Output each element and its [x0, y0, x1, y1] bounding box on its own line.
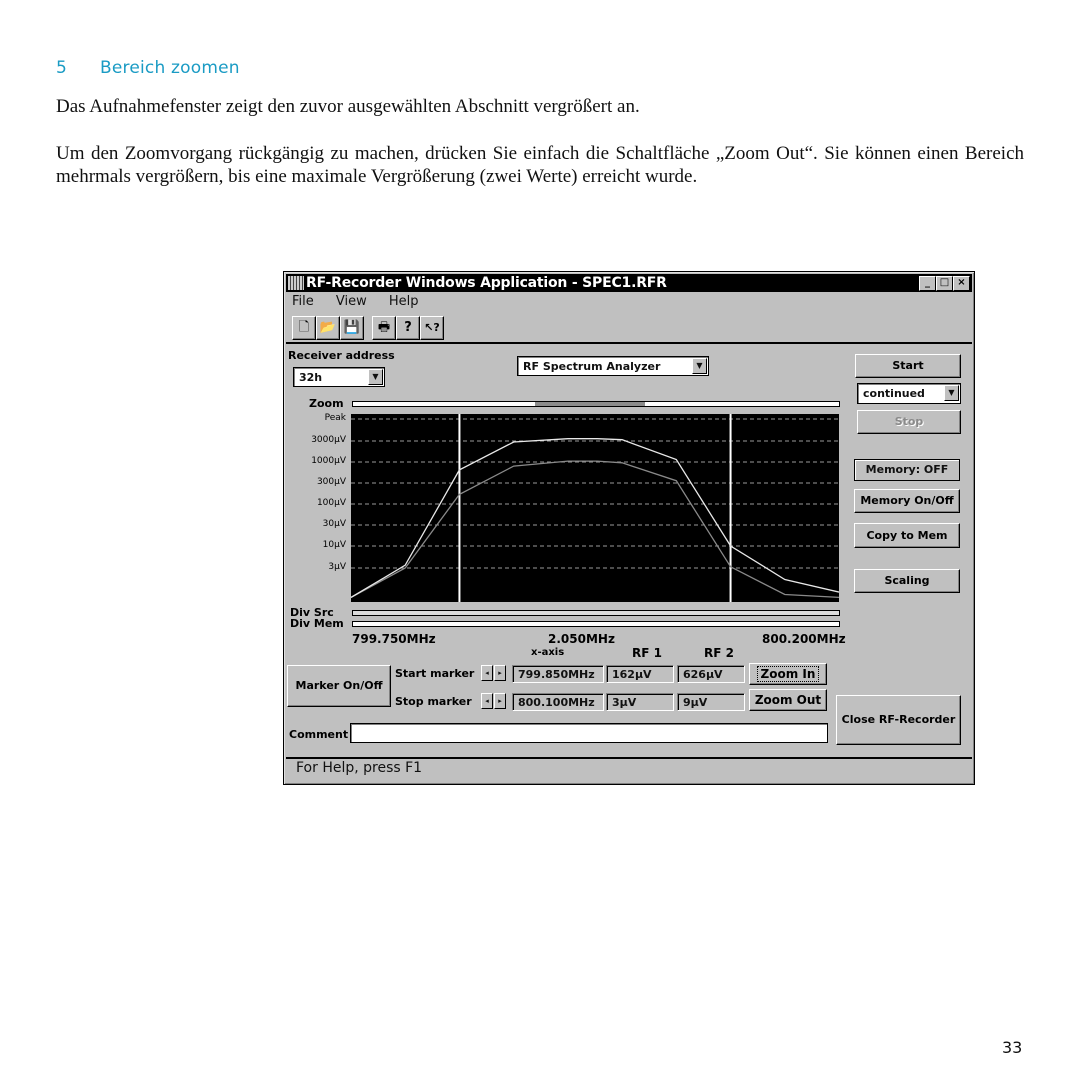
- stop-marker-right-arrow[interactable]: ▸: [494, 693, 506, 709]
- col-x-axis-header: x-axis: [531, 647, 565, 658]
- app-icon: [288, 276, 304, 290]
- chevron-down-icon[interactable]: ▼: [944, 385, 959, 401]
- zoom-in-button[interactable]: Zoom In: [749, 663, 827, 685]
- run-mode-select[interactable]: continued ▼: [857, 383, 961, 404]
- close-window-button[interactable]: ×: [953, 276, 970, 291]
- stop-button[interactable]: Stop: [857, 410, 961, 434]
- paragraph-1: Das Aufnahmefenster zeigt den zuvor ausg…: [56, 96, 640, 117]
- mode-select-value: RF Spectrum Analyzer: [523, 360, 661, 373]
- y-tick-label: Peak: [324, 413, 346, 423]
- div-src-bar: [352, 610, 840, 616]
- y-tick-label: 100µV: [316, 498, 346, 508]
- start-marker-right-arrow[interactable]: ▸: [494, 665, 506, 681]
- x-left-label: 799.750MHz: [352, 632, 436, 646]
- y-tick-label: 300µV: [316, 477, 346, 487]
- stop-marker-rf1-value: 3µV: [606, 693, 674, 711]
- chevron-down-icon[interactable]: ▼: [692, 358, 707, 374]
- title-bar[interactable]: RF-Recorder Windows Application - SPEC1.…: [286, 274, 972, 292]
- x-span-label: 2.050MHz: [548, 632, 615, 646]
- start-marker-x-value: 799.850MHz: [512, 665, 604, 683]
- start-button[interactable]: Start: [855, 354, 961, 378]
- status-bar-divider: [286, 757, 972, 759]
- y-tick-label: 3µV: [328, 562, 346, 572]
- section-title: Bereich zoomen: [100, 58, 240, 78]
- y-tick-label: 1000µV: [311, 456, 346, 466]
- zoom-range-bar[interactable]: [352, 401, 840, 407]
- save-disk-icon[interactable]: 💾: [340, 316, 364, 340]
- zoom-range-thumb[interactable]: [535, 402, 645, 406]
- start-marker-left-arrow[interactable]: ◂: [481, 665, 493, 681]
- section-heading: 5 Bereich zoomen: [56, 58, 240, 78]
- marker-toggle-button[interactable]: Marker On/Off: [287, 665, 391, 707]
- scaling-button[interactable]: Scaling: [854, 569, 960, 593]
- menu-bar: File View Help: [292, 294, 437, 312]
- receiver-address-select[interactable]: 32h ▼: [293, 367, 385, 387]
- section-number: 5: [56, 58, 68, 78]
- comment-input[interactable]: [350, 723, 828, 743]
- paragraph-2: Um den Zoomvorgang rückgängig zu machen,…: [56, 143, 1024, 187]
- stop-marker-left-arrow[interactable]: ◂: [481, 693, 493, 709]
- minimize-button[interactable]: _: [919, 276, 936, 291]
- zoom-out-button[interactable]: Zoom Out: [749, 689, 827, 711]
- status-bar-text: For Help, press F1: [296, 760, 423, 776]
- maximize-button[interactable]: □: [936, 276, 953, 291]
- start-marker-label: Start marker: [395, 667, 475, 680]
- menu-file[interactable]: File: [292, 294, 314, 309]
- stop-marker-x-value: 800.100MHz: [512, 693, 604, 711]
- series-line-trace-bright: [351, 438, 839, 598]
- context-help-icon[interactable]: ↖?: [420, 316, 444, 340]
- copy-to-mem-button[interactable]: Copy to Mem: [854, 523, 960, 548]
- mode-select[interactable]: RF Spectrum Analyzer ▼: [517, 356, 709, 376]
- chevron-down-icon[interactable]: ▼: [368, 369, 383, 385]
- zoom-label: Zoom: [309, 397, 344, 410]
- toolbar-divider: [286, 342, 972, 344]
- start-marker-rf2-value: 626µV: [677, 665, 745, 683]
- div-mem-label: Div Mem: [290, 617, 344, 630]
- spectrum-plot-svg: [351, 414, 839, 602]
- x-right-label: 800.200MHz: [762, 632, 846, 646]
- app-window-screenshot: RF-Recorder Windows Application - SPEC1.…: [283, 271, 975, 785]
- print-icon[interactable]: 🖶: [372, 316, 396, 340]
- close-recorder-button[interactable]: Close RF-Recorder: [836, 695, 961, 745]
- col-rf2-header: RF 2: [704, 646, 734, 660]
- receiver-address-value: 32h: [299, 371, 323, 384]
- page-number: 33: [1002, 1038, 1023, 1057]
- window-title: RF-Recorder Windows Application - SPEC1.…: [306, 275, 667, 291]
- start-marker-rf1-value: 162µV: [606, 665, 674, 683]
- open-folder-icon[interactable]: 📂: [316, 316, 340, 340]
- menu-view[interactable]: View: [336, 294, 367, 309]
- col-rf1-header: RF 1: [632, 646, 662, 660]
- new-file-icon[interactable]: 🗋: [292, 316, 316, 340]
- div-mem-bar: [352, 621, 840, 627]
- y-tick-label: 10µV: [322, 540, 346, 550]
- spectrum-plot[interactable]: [351, 414, 839, 602]
- series-line-trace-dim: [351, 460, 839, 599]
- memory-toggle-button[interactable]: Memory On/Off: [854, 489, 960, 513]
- stop-marker-label: Stop marker: [395, 695, 472, 708]
- memory-status: Memory: OFF: [854, 459, 960, 481]
- help-icon[interactable]: ?: [396, 316, 420, 340]
- y-tick-label: 3000µV: [311, 435, 346, 445]
- run-mode-value: continued: [863, 387, 925, 400]
- zoom-in-label: Zoom In: [756, 666, 820, 682]
- menu-help[interactable]: Help: [389, 294, 419, 309]
- y-tick-label: 30µV: [322, 519, 346, 529]
- stop-marker-rf2-value: 9µV: [677, 693, 745, 711]
- receiver-address-label: Receiver address: [288, 349, 395, 362]
- comment-label: Comment: [289, 728, 349, 741]
